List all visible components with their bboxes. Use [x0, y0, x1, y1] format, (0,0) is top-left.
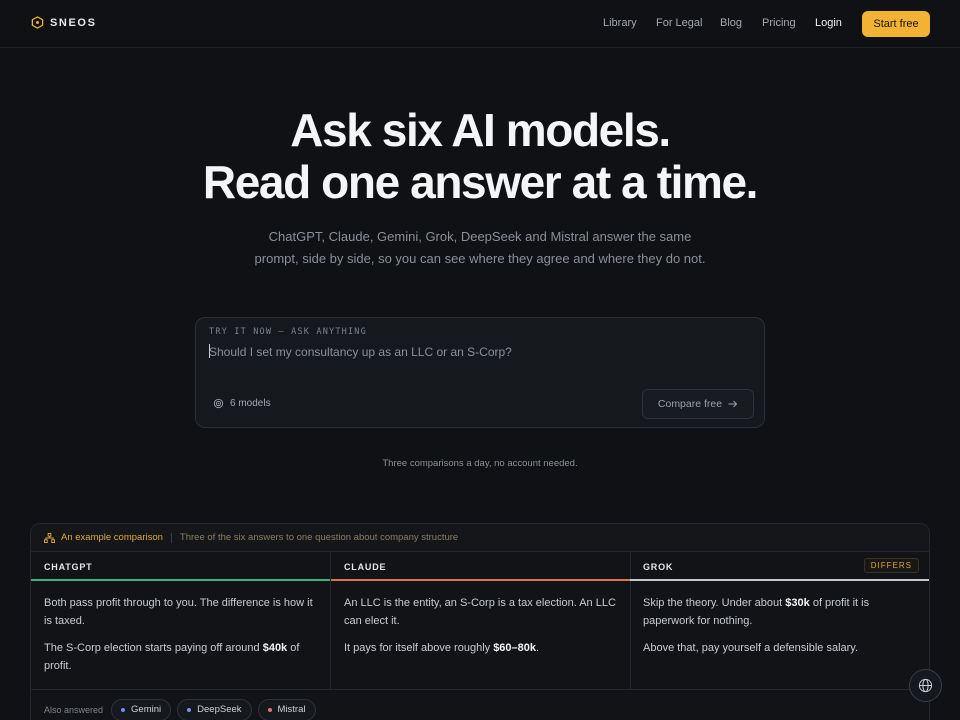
also-answered-label: Also answered: [44, 704, 104, 715]
text-caret: [209, 344, 210, 358]
nav-link-library[interactable]: Library: [603, 17, 637, 29]
example-comparison-panel: An example comparison Three of the six a…: [30, 523, 930, 720]
answer-paragraph: The S-Corp election starts paying off ar…: [44, 642, 300, 672]
differs-badge: DIFFERS: [863, 558, 919, 573]
nav-link-pricing[interactable]: Pricing: [762, 17, 796, 29]
model-chip-deepseek[interactable]: DeepSeek: [177, 698, 252, 720]
prompt-box: TRY IT NOW — ASK ANYTHING 6 models Compa…: [195, 317, 765, 428]
answer-paragraph: Above that, pay yourself a defensible sa…: [643, 642, 859, 654]
nav-link-for-legal[interactable]: For Legal: [656, 17, 702, 29]
answer-text: An LLC is the entity, an S-Corp is a tax…: [344, 594, 616, 666]
login-link[interactable]: Login: [815, 17, 842, 29]
globe-icon: [918, 678, 933, 693]
models-selector[interactable]: 6 models: [213, 398, 271, 409]
answer-column-grok: GROK DIFFERS Skip the theory. Under abou…: [630, 552, 929, 689]
start-free-button[interactable]: Start free: [862, 11, 930, 37]
top-nav: SNEOS Library For Legal Blog Pricing Log…: [0, 0, 960, 48]
chip-label: Gemini: [131, 704, 162, 715]
model-name: CLAUDE: [344, 561, 387, 572]
model-dot: [187, 707, 192, 712]
answer-column-claude: CLAUDE An LLC is the entity, an S-Corp i…: [331, 552, 631, 689]
answer-text: Skip the theory. Under about $30k of pro…: [643, 594, 915, 666]
prompt-label: TRY IT NOW — ASK ANYTHING: [209, 327, 367, 337]
language-button[interactable]: [909, 669, 942, 702]
model-accent-line: [31, 579, 330, 581]
compare-free-button[interactable]: Compare free: [642, 389, 754, 419]
model-dot: [267, 707, 272, 712]
model-accent-line: [630, 579, 929, 581]
answer-paragraph: Skip the theory. Under about $30k of pro…: [643, 597, 870, 627]
chip-label: DeepSeek: [197, 704, 242, 715]
model-accent-line: [331, 579, 630, 581]
hero-title: Ask six AI models. Read one answer at a …: [0, 104, 960, 208]
nav-link-blog[interactable]: Blog: [720, 17, 742, 29]
model-chip-gemini[interactable]: Gemini: [111, 698, 172, 720]
divider: [170, 532, 172, 543]
hero-title-line-2: Read one answer at a time.: [202, 156, 759, 208]
hero-subtitle: ChatGPT, Claude, Gemini, Grok, DeepSeek …: [254, 229, 706, 266]
arrow-right-icon: [728, 400, 738, 408]
prompt-input[interactable]: [209, 344, 729, 360]
model-chip-mistral[interactable]: Mistral: [257, 698, 316, 720]
hero-title-line-1: Ask six AI models.: [290, 104, 671, 156]
answer-column-chatgpt: CHATGPT Both pass profit through to you.…: [31, 552, 331, 689]
answer-paragraph: It pays for itself above roughly $60–80k…: [344, 642, 540, 654]
panel-heading: An example comparison: [61, 532, 163, 543]
usage-note: Three comparisons a day, no account need…: [382, 458, 578, 469]
hierarchy-icon: [44, 532, 55, 543]
answer-paragraph: An LLC is the entity, an S-Corp is a tax…: [344, 597, 616, 627]
also-answered-row: Also answered Gemini DeepSeek Mistral: [31, 689, 929, 720]
model-dot: [121, 707, 126, 712]
panel-header: An example comparison Three of the six a…: [31, 524, 929, 552]
models-icon: [213, 398, 224, 409]
chip-label: Mistral: [277, 704, 306, 715]
models-count: 6 models: [230, 398, 271, 409]
panel-description: Three of the six answers to one question…: [179, 532, 459, 543]
model-name: CHATGPT: [44, 561, 93, 572]
answer-text: Both pass profit through to you. The dif…: [44, 594, 316, 684]
compare-label: Compare free: [657, 398, 723, 410]
answer-paragraph: Both pass profit through to you. The dif…: [44, 597, 313, 627]
